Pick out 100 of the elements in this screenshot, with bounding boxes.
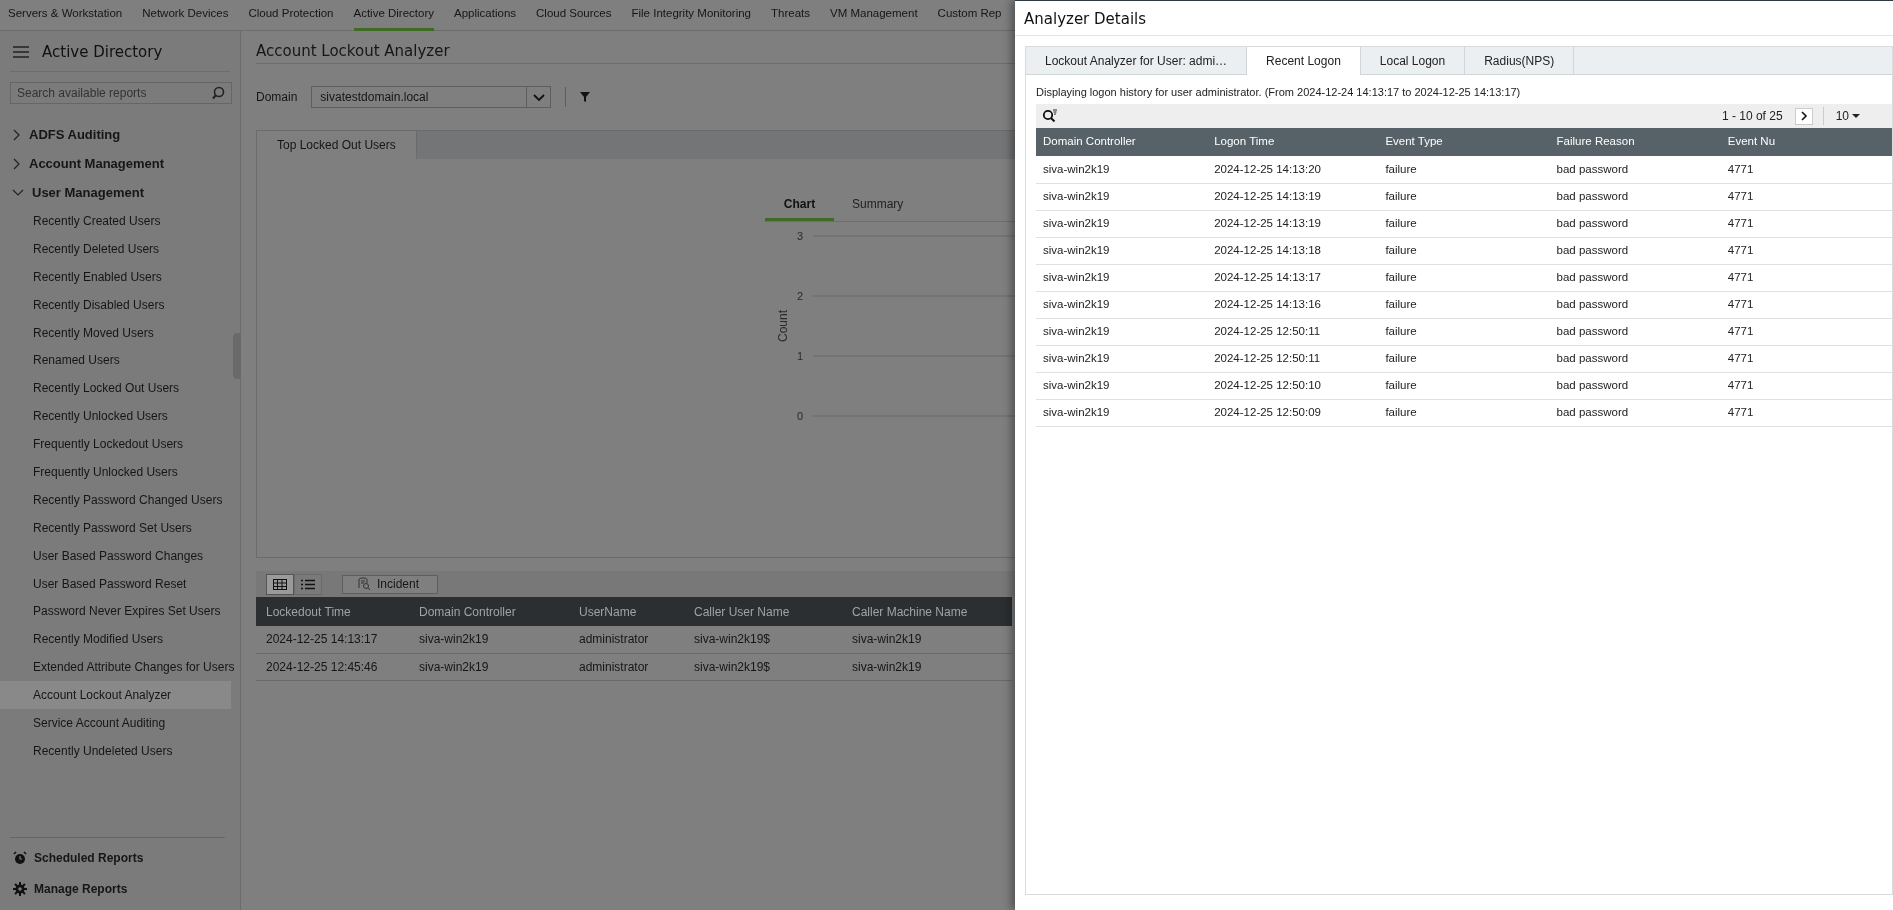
sidebar-item[interactable]: Recently Password Set Users bbox=[0, 513, 231, 542]
incident-button[interactable]: Incident bbox=[342, 574, 439, 594]
table-cell: failure bbox=[1378, 183, 1550, 210]
table-cell: 2024-12-25 14:13:16 bbox=[1207, 291, 1379, 318]
report-tab[interactable]: Top Locked Out Users bbox=[257, 131, 417, 159]
table-cell: failure bbox=[1378, 345, 1550, 372]
sidebar-group[interactable]: ADFS Auditing bbox=[29, 124, 121, 145]
nav-tab[interactable]: VM Management bbox=[830, 0, 918, 31]
table-cell: siva-win2k19 bbox=[1036, 318, 1208, 345]
sidebar-item[interactable]: Recently Created Users bbox=[0, 207, 231, 235]
table-cell: failure bbox=[1378, 291, 1550, 318]
table-cell: siva-win2k19$ bbox=[684, 626, 842, 653]
table-cell: 2024-12-25 12:50:10 bbox=[1207, 372, 1379, 399]
table-cell: siva-win2k19 bbox=[842, 653, 1012, 680]
table-cell: 2024-12-25 14:13:19 bbox=[1207, 210, 1379, 237]
table-cell: failure bbox=[1378, 264, 1550, 291]
page-size-dropdown[interactable]: 10 bbox=[1823, 107, 1892, 125]
tab[interactable]: Recent Logon bbox=[1247, 47, 1361, 75]
axis-tick-label: 1 bbox=[796, 350, 803, 362]
table-cell: failure bbox=[1378, 372, 1550, 399]
chevron-down-icon[interactable] bbox=[12, 188, 24, 197]
sidebar-item[interactable]: Recently Locked Out Users bbox=[0, 374, 231, 403]
column-header[interactable]: Caller User Name bbox=[684, 597, 842, 626]
list-view-button[interactable] bbox=[294, 573, 322, 595]
chevron-down-icon bbox=[532, 92, 545, 102]
table-cell: 4771 bbox=[1720, 156, 1892, 183]
next-page-button[interactable] bbox=[1794, 107, 1813, 125]
sidebar-item[interactable]: Frequently Lockedout Users bbox=[0, 430, 231, 458]
nav-tab[interactable]: Network Devices bbox=[142, 0, 229, 31]
chevron-right-icon[interactable] bbox=[12, 128, 21, 141]
nav-tab[interactable]: File Integrity Monitoring bbox=[631, 0, 751, 31]
column-header[interactable]: Domain Controller bbox=[409, 597, 569, 626]
chevron-right-icon[interactable] bbox=[12, 157, 21, 170]
domain-select[interactable]: sivatestdomain.local bbox=[311, 86, 552, 108]
sidebar-item[interactable]: Recently Disabled Users bbox=[0, 290, 231, 319]
table-cell: failure bbox=[1378, 237, 1550, 264]
sidebar-item[interactable]: Password Never Expires Set Users bbox=[0, 597, 231, 626]
table-cell: 4771 bbox=[1720, 183, 1892, 210]
sidebar-item[interactable]: Frequently Unlocked Users bbox=[0, 458, 231, 486]
column-header[interactable]: Logon Time bbox=[1207, 128, 1379, 156]
sidebar-group[interactable]: User Management bbox=[32, 182, 144, 203]
search-filter-icon[interactable] bbox=[1042, 109, 1057, 123]
column-header[interactable]: Event Nu bbox=[1720, 128, 1892, 156]
view-tab[interactable]: Chart bbox=[765, 191, 834, 221]
sidebar-item[interactable]: Service Account Auditing bbox=[0, 709, 231, 737]
info-text: Displaying logon history for user administrator. (From 2024-12-24 14:13:17 to 2024-12-25 14:13:17) bbox=[1035, 85, 1522, 100]
table-cell: 4771 bbox=[1720, 210, 1892, 237]
sidebar-item[interactable]: Recently Unlocked Users bbox=[0, 402, 231, 431]
sidebar-item[interactable]: Recently Undeleted Users bbox=[0, 736, 231, 765]
sidebar-item[interactable]: User Based Password Changes bbox=[0, 541, 231, 570]
table-cell: siva-win2k19 bbox=[1036, 372, 1208, 399]
nav-tab[interactable]: Cloud Sources bbox=[536, 0, 612, 31]
sidebar-item[interactable]: Renamed Users bbox=[0, 346, 231, 375]
sidebar-group[interactable]: Account Management bbox=[29, 153, 165, 174]
table-cell: siva-win2k19 bbox=[1036, 345, 1208, 372]
sidebar-item[interactable]: Recently Password Changed Users bbox=[0, 485, 231, 514]
column-header[interactable]: Event Type bbox=[1378, 128, 1550, 156]
sidebar-title: Active Directory bbox=[42, 41, 163, 63]
column-header[interactable]: Domain Controller bbox=[1036, 128, 1208, 156]
column-header[interactable]: UserName bbox=[569, 597, 684, 626]
sidebar-item[interactable]: Recently Moved Users bbox=[0, 318, 231, 347]
sidebar-item[interactable]: Account Lockout Analyzer bbox=[0, 681, 231, 710]
nav-tab[interactable]: Servers & Workstation bbox=[8, 0, 123, 31]
sidebar-link[interactable]: Scheduled Reports bbox=[34, 848, 144, 867]
sidebar-item[interactable]: Recently Modified Users bbox=[0, 625, 231, 654]
grid-icon bbox=[273, 578, 287, 590]
table-cell: bad password bbox=[1549, 291, 1721, 318]
menu-icon[interactable] bbox=[12, 45, 30, 59]
grid-view-button[interactable] bbox=[266, 573, 294, 595]
sidebar-link[interactable]: Manage Reports bbox=[34, 879, 128, 898]
sidebar-item[interactable]: Recently Deleted Users bbox=[0, 234, 231, 263]
column-header[interactable]: Lockedout Time bbox=[256, 597, 409, 626]
table-cell: bad password bbox=[1549, 399, 1721, 426]
nav-tab[interactable]: Threats bbox=[771, 0, 810, 31]
table-cell: 4771 bbox=[1720, 264, 1892, 291]
table-cell: 2024-12-25 14:13:17 bbox=[1207, 264, 1379, 291]
table-cell: bad password bbox=[1549, 318, 1721, 345]
search-field[interactable]: Search available reports bbox=[10, 82, 232, 104]
nav-tab[interactable]: Cloud Protection bbox=[248, 0, 334, 31]
nav-tab[interactable]: Custom Rep bbox=[937, 0, 1002, 31]
column-header[interactable]: Failure Reason bbox=[1549, 128, 1721, 156]
table-cell: siva-win2k19 bbox=[1036, 291, 1208, 318]
nav-tab[interactable]: Applications bbox=[454, 0, 517, 31]
table-cell: 4771 bbox=[1720, 318, 1892, 345]
table-cell: 2024-12-25 14:13:19 bbox=[1207, 183, 1379, 210]
column-header[interactable]: Caller Machine Name bbox=[842, 597, 1012, 626]
search-icon[interactable] bbox=[212, 86, 226, 100]
table-cell: siva-win2k19 bbox=[842, 626, 1012, 653]
table-cell: bad password bbox=[1549, 156, 1721, 183]
table-cell: 4771 bbox=[1720, 372, 1892, 399]
sidebar-item[interactable]: Recently Enabled Users bbox=[0, 262, 231, 291]
table-cell: siva-win2k19 bbox=[1036, 399, 1208, 426]
table-cell: 4771 bbox=[1720, 399, 1892, 426]
nav-tab[interactable]: Active Directory bbox=[353, 0, 435, 31]
view-tab[interactable]: Summary bbox=[834, 191, 903, 221]
filter-icon[interactable] bbox=[580, 92, 591, 102]
table-cell: 4771 bbox=[1720, 291, 1892, 318]
sidebar-item[interactable]: User Based Password Reset bbox=[0, 569, 231, 598]
incident-icon bbox=[357, 577, 371, 591]
drawer-title: Analyzer Details bbox=[1015, 1, 1893, 36]
